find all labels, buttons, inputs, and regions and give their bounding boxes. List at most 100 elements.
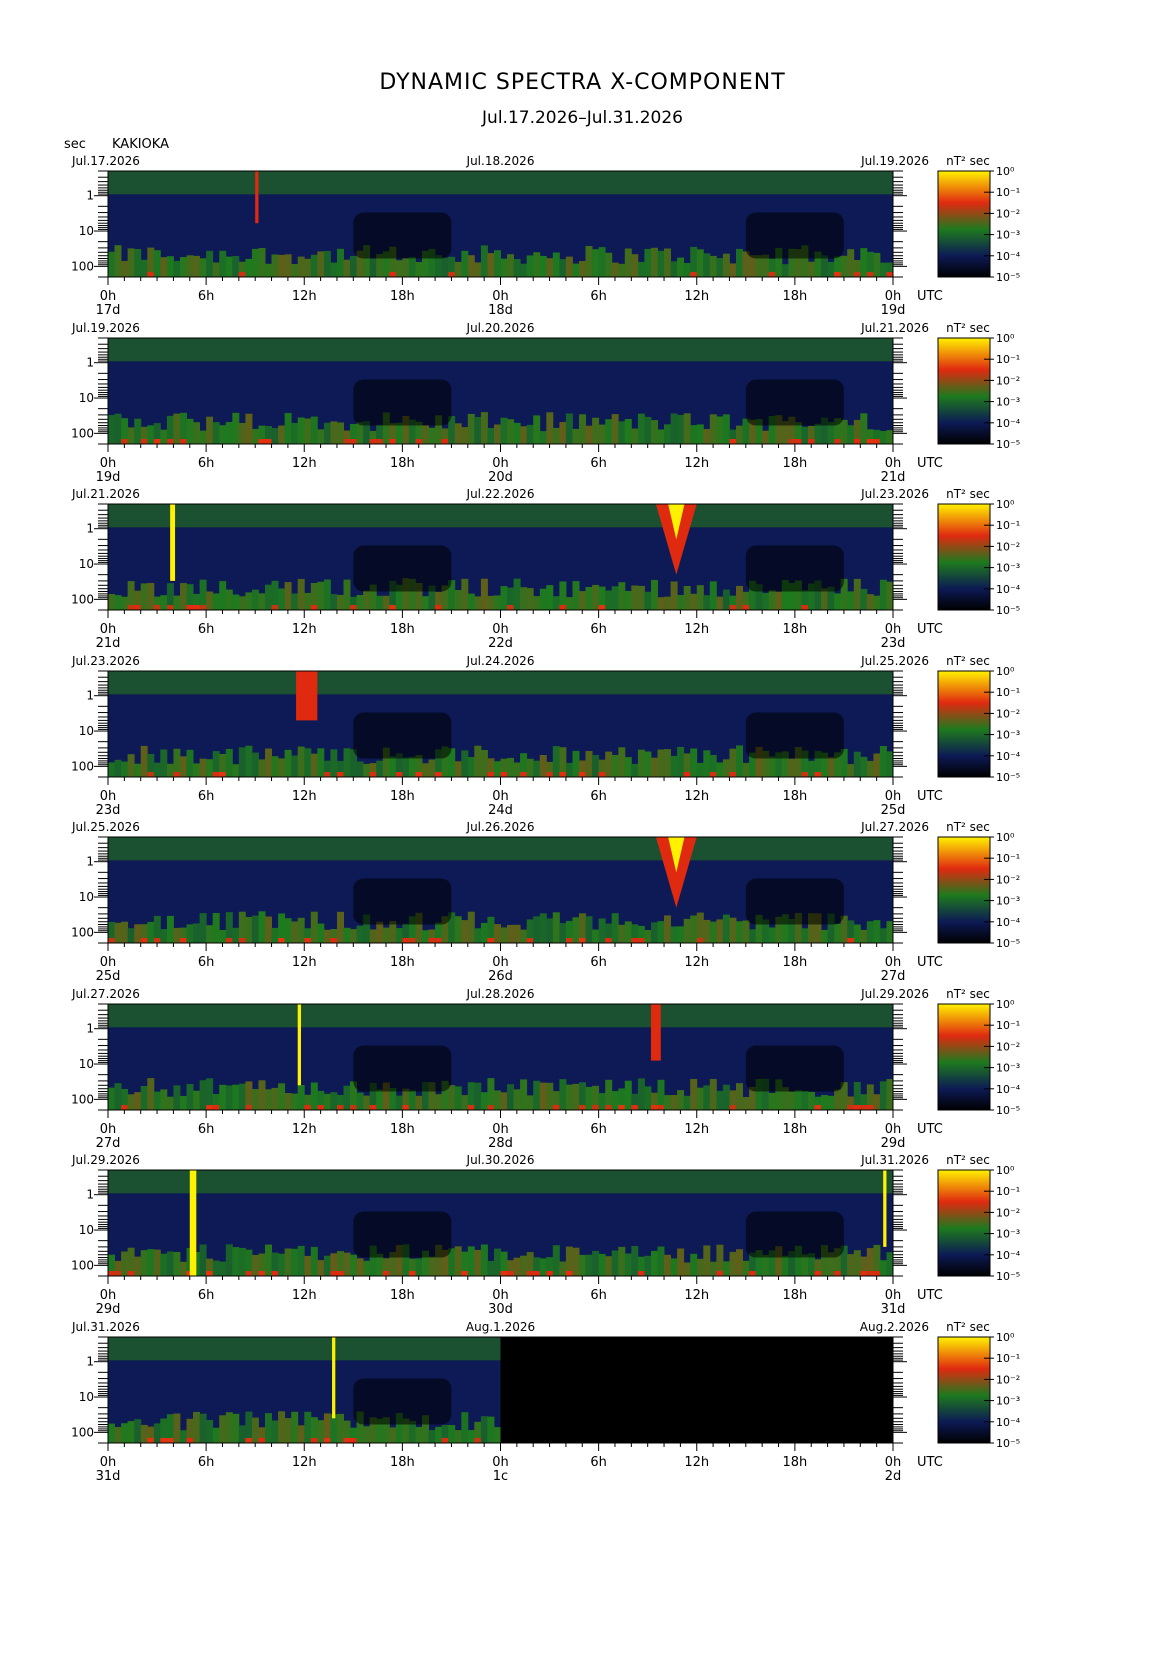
spectrogram-cell <box>232 594 240 610</box>
x-tick-label: 0h <box>885 789 902 804</box>
spectrogram-cell <box>140 259 148 277</box>
spectrogram-cell <box>402 938 410 943</box>
spectrogram-cell <box>821 929 828 943</box>
spectrogram-cell <box>258 911 266 943</box>
panel-date-left: Jul.25.2026 <box>71 820 140 834</box>
spectrogram-cell <box>533 1271 541 1276</box>
spectrogram-cell <box>330 262 338 277</box>
spectrogram-cell <box>873 753 881 777</box>
spectrogram-cell <box>670 755 678 777</box>
colorbar-tick-label: 10⁻⁵ <box>996 604 1020 617</box>
y-tick-label: 10 <box>79 724 94 738</box>
spectrogram-cell <box>526 1271 534 1276</box>
spectrogram-cell <box>860 756 868 777</box>
spectrogram-cell <box>670 261 678 277</box>
spectrogram-cell <box>206 250 214 277</box>
spectrogram-cell <box>291 755 299 777</box>
spectrogram-cell <box>794 439 802 444</box>
spectrogram-cell <box>343 1252 351 1276</box>
panel-date-mid: Jul.28.2026 <box>466 987 535 1001</box>
spectrogram-cell <box>108 1087 115 1110</box>
x-tick-label: 18h <box>782 622 807 637</box>
spectrogram-cell <box>618 421 626 444</box>
spectrogram-cell <box>709 414 717 444</box>
spectrogram-cell <box>827 1095 835 1110</box>
spectrogram-cell <box>153 605 161 610</box>
spectrogram-cell <box>350 605 357 610</box>
x-tick-label: 18h <box>390 622 415 637</box>
spectrogram-cell <box>140 439 148 444</box>
spectrogram-cell <box>199 913 207 943</box>
x-unit-label: UTC <box>917 1455 943 1470</box>
x-tick-label: 18h <box>390 1455 415 1470</box>
spectrogram-cell <box>579 938 586 943</box>
y-tick-label: 1 <box>86 1188 94 1202</box>
spectrogram-cell <box>624 1080 632 1110</box>
spectrogram-cell <box>722 414 730 444</box>
spectrogram-cell <box>435 772 443 777</box>
spectrogram-cell <box>624 419 632 444</box>
spectrogram-cell <box>651 757 658 777</box>
spectrogram-cell <box>337 911 344 943</box>
chart-period: Jul.17.2026–Jul.31.2026 <box>482 108 683 128</box>
spectrogram-cell <box>317 1105 325 1110</box>
spectrogram-cell <box>232 1084 240 1110</box>
spectrogram-cell <box>343 439 351 444</box>
spectrogram-cell <box>212 772 220 777</box>
y-tick-label: 100 <box>71 759 94 773</box>
spectrogram-cell <box>225 256 233 277</box>
spectrogram-cell <box>454 590 462 610</box>
spectrogram-cell <box>278 425 286 444</box>
spectrogram-cell <box>670 581 678 610</box>
spectrogram-cell <box>408 1271 416 1276</box>
spectrogram-cell <box>559 422 567 444</box>
spectrogram-cell <box>677 415 685 444</box>
spectrogram-cell <box>356 1258 364 1276</box>
spectrogram-cell <box>330 1092 338 1110</box>
spectrogram-cell <box>173 595 181 610</box>
x-tick-label: 6h <box>198 789 215 804</box>
spectrogram-cell <box>461 1095 469 1110</box>
y-tick-label: 100 <box>71 1258 94 1272</box>
spectrogram-cell <box>323 1438 331 1443</box>
colorbar-tick-label: 10⁻⁵ <box>996 1437 1020 1450</box>
spectrogram-cell <box>827 261 835 277</box>
spectrogram-cell <box>611 414 619 444</box>
x-tick-label: 12h <box>684 622 709 637</box>
spectrogram-cell <box>251 1089 259 1110</box>
colorbar <box>937 337 991 445</box>
spectrogram-cell <box>258 248 266 277</box>
spectrogram-cell <box>513 578 521 610</box>
spectrogram-cell <box>284 749 292 777</box>
spectrogram-cell <box>533 1080 541 1110</box>
panel-date-right: Jul.29.2026 <box>860 987 929 1001</box>
spectrogram-cell <box>251 589 259 610</box>
spectrogram-cell <box>323 422 331 444</box>
spectrogram-cell <box>356 761 364 777</box>
spectrogram-cell <box>238 938 246 943</box>
spectrogram-cell <box>886 751 894 777</box>
y-tick-label: 100 <box>71 426 94 440</box>
spectrogram-cell <box>605 419 613 444</box>
spectrogram-cell <box>395 928 403 943</box>
spectrogram-cell <box>206 1271 214 1276</box>
colorbar-unit-label: nT² sec <box>946 1153 990 1167</box>
spectrogram-cell <box>415 772 423 777</box>
spectrogram-cell <box>408 756 416 777</box>
spectrogram-cell <box>762 592 770 610</box>
spectrogram-cell <box>474 1249 482 1276</box>
y-tick-label: 1 <box>86 522 94 536</box>
spectrogram-cell <box>180 583 187 610</box>
spectrogram-cell <box>722 914 730 943</box>
spectrogram-cell <box>546 918 554 943</box>
spectrogram-cell <box>847 1105 855 1110</box>
spectrogram-cell <box>389 756 397 777</box>
x-tick-label: 18h <box>782 1122 807 1137</box>
spectrogram-cell <box>559 605 567 610</box>
y-tick-label: 10 <box>79 1223 94 1237</box>
x-tick-label: 18h <box>782 789 807 804</box>
spectrogram-cell <box>565 597 573 610</box>
spectrogram-cell <box>500 927 508 943</box>
spectrogram-cell <box>284 1093 292 1110</box>
spectrogram-cell <box>847 764 855 777</box>
